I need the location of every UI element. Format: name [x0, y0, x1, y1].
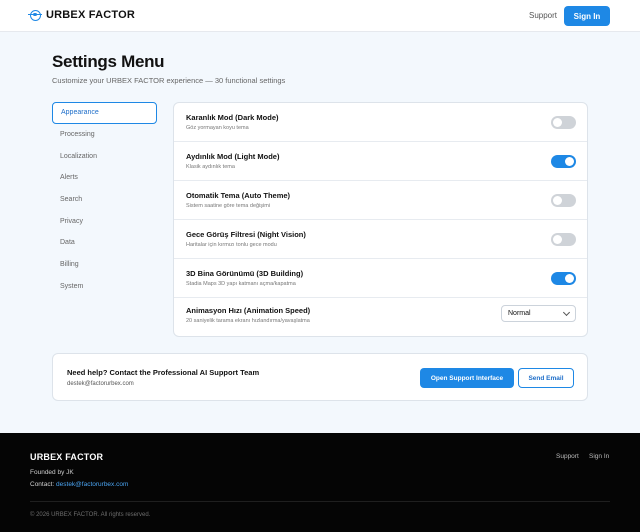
select-value: Normal [508, 310, 531, 317]
setting-title: Animasyon Hızı (Animation Speed) [186, 306, 311, 315]
toggle-knob [565, 157, 574, 166]
footer-contact-email-link[interactable]: destek@factorurbex.com [56, 481, 128, 488]
setting-description: Sistem saatine göre tema değişimi [186, 203, 271, 209]
setting-title: Karanlık Mod (Dark Mode) [186, 113, 279, 122]
send-email-button[interactable]: Send Email [518, 368, 574, 388]
footer-brand: URBEX FACTOR [30, 452, 104, 462]
night-vision-toggle[interactable] [551, 233, 576, 246]
brand-logo[interactable]: URBEX FACTOR [28, 9, 135, 21]
setting-row-dark-mode: Karanlık Mod (Dark Mode) Göz yormayan ko… [174, 103, 587, 142]
footer-contact: Contact: destek@factorurbex.com [30, 481, 128, 488]
footer-divider [30, 501, 610, 502]
sidebar-item-system[interactable]: System [52, 276, 157, 298]
header-signin-button[interactable]: Sign In [564, 6, 610, 26]
footer: URBEX FACTOR Founded by JK Contact: dest… [0, 433, 640, 532]
setting-title: Aydınlık Mod (Light Mode) [186, 152, 280, 161]
setting-description: 20 saniyelik tarama ekranı hızlandırma/y… [186, 318, 310, 324]
setting-title: 3D Bina Görünümü (3D Building) [186, 269, 304, 278]
brand-name: URBEX FACTOR [46, 9, 135, 21]
help-email: destek@factorurbex.com [67, 381, 134, 387]
sidebar-item-appearance[interactable]: Appearance [52, 102, 157, 124]
footer-support-link[interactable]: Support [556, 453, 579, 460]
footer-founded: Founded by JK [30, 469, 74, 476]
toggle-knob [553, 235, 562, 244]
sidebar-item-data[interactable]: Data [52, 232, 157, 254]
toggle-knob [553, 118, 562, 127]
crosshair-logo-icon [28, 9, 42, 21]
sidebar-item-processing[interactable]: Processing [52, 124, 157, 146]
animation-speed-select[interactable]: Normal [501, 305, 576, 322]
setting-title: Gece Görüş Filtresi (Night Vision) [186, 230, 306, 239]
dark-mode-toggle[interactable] [551, 116, 576, 129]
help-card: Need help? Contact the Professional AI S… [52, 353, 588, 401]
sidebar-item-privacy[interactable]: Privacy [52, 210, 157, 232]
sidebar-item-alerts[interactable]: Alerts [52, 167, 157, 189]
help-title: Need help? Contact the Professional AI S… [67, 368, 260, 377]
sidebar-item-search[interactable]: Search [52, 189, 157, 211]
footer-copyright: © 2026 URBEX FACTOR. All rights reserved… [30, 512, 151, 518]
toggle-knob [553, 196, 562, 205]
setting-row-animation-speed: Animasyon Hızı (Animation Speed) 20 sani… [174, 298, 587, 336]
setting-row-light-mode: Aydınlık Mod (Light Mode) Klasik aydınlı… [174, 142, 587, 181]
setting-description: Stadia Maps 3D yapı katmanı açma/kapatma [186, 281, 296, 287]
auto-theme-toggle[interactable] [551, 194, 576, 207]
setting-row-3d-building: 3D Bina Görünümü (3D Building) Stadia Ma… [174, 259, 587, 298]
sidebar-item-localization[interactable]: Localization [52, 145, 157, 167]
setting-description: Klasik aydınlık tema [186, 164, 235, 170]
setting-description: Göz yormayan koyu tema [186, 125, 249, 131]
footer-signin-link[interactable]: Sign In [589, 453, 609, 460]
light-mode-toggle[interactable] [551, 155, 576, 168]
open-support-button[interactable]: Open Support Interface [420, 368, 514, 388]
chevron-down-icon [562, 308, 571, 317]
toggle-knob [565, 274, 574, 283]
setting-description: Haritalar için kırmızı tonlu gece modu [186, 242, 277, 248]
setting-row-auto-theme: Otomatik Tema (Auto Theme) Sistem saatin… [174, 181, 587, 220]
sidebar-item-billing[interactable]: Billing [52, 254, 157, 276]
setting-row-night-vision: Gece Görüş Filtresi (Night Vision) Harit… [174, 220, 587, 259]
page-subtitle: Customize your URBEX FACTOR experience —… [52, 76, 286, 85]
3d-building-toggle[interactable] [551, 272, 576, 285]
footer-contact-label: Contact: [30, 481, 55, 488]
top-header: URBEX FACTOR Support Sign In [0, 0, 640, 32]
settings-panel: Karanlık Mod (Dark Mode) Göz yormayan ko… [173, 102, 588, 337]
header-support-link[interactable]: Support [529, 11, 557, 20]
setting-title: Otomatik Tema (Auto Theme) [186, 191, 291, 200]
page-title: Settings Menu [52, 52, 165, 71]
settings-sidebar: Appearance Processing Localization Alert… [52, 102, 157, 297]
